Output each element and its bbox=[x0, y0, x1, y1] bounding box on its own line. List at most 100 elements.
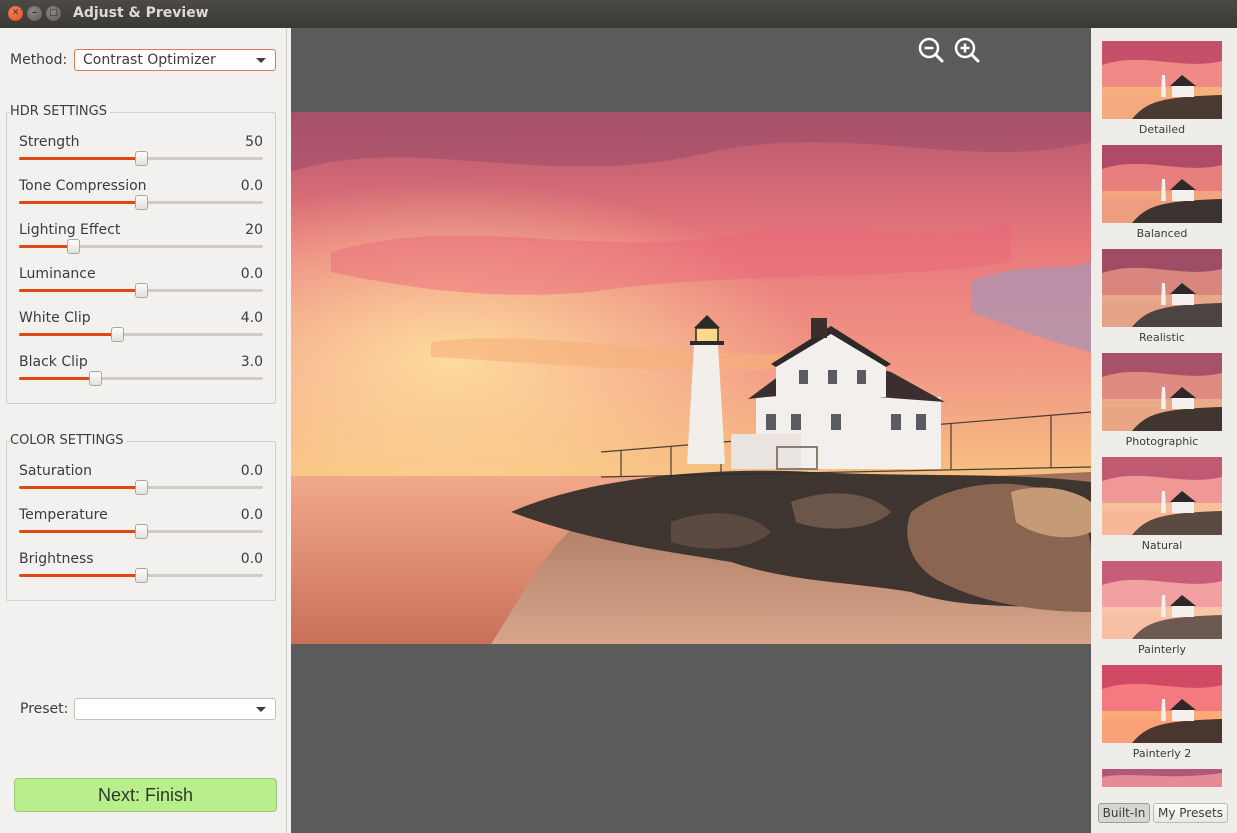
slider-black-clip[interactable]: Black Clip 3.0 bbox=[19, 354, 263, 398]
preset-thumbnail-image bbox=[1102, 457, 1222, 535]
title-bar: ✕ – □ Adjust & Preview bbox=[0, 0, 1237, 28]
preset-balanced[interactable]: Balanced bbox=[1102, 145, 1222, 249]
slider-label: Tone Compression bbox=[19, 178, 147, 194]
preset-thumbnail-image bbox=[1102, 41, 1222, 119]
slider-value: 0.0 bbox=[240, 507, 263, 523]
window-minimize-button[interactable]: – bbox=[27, 6, 42, 21]
slider-track[interactable] bbox=[19, 239, 263, 254]
slider-lighting-effect[interactable]: Lighting Effect 20 bbox=[19, 222, 263, 266]
dropdown-arrow-icon bbox=[256, 707, 266, 712]
preset-label: Natural bbox=[1141, 539, 1183, 552]
slider-track[interactable] bbox=[19, 371, 263, 386]
preset-label: Photographic bbox=[1125, 435, 1199, 448]
preset-thumbnail-image bbox=[1102, 145, 1222, 223]
window-close-button[interactable]: ✕ bbox=[8, 6, 23, 21]
slider-value: 4.0 bbox=[240, 310, 263, 326]
slider-knob[interactable] bbox=[135, 195, 148, 210]
preset-thumbnail-partial[interactable] bbox=[1102, 769, 1222, 787]
slider-luminance[interactable]: Luminance 0.0 bbox=[19, 266, 263, 310]
slider-fill bbox=[19, 157, 141, 160]
slider-label: Strength bbox=[19, 134, 80, 150]
preset-thumbnail-image bbox=[1102, 665, 1222, 743]
preview-area bbox=[291, 28, 1091, 833]
preset-label: Painterly bbox=[1137, 643, 1187, 656]
preset-thumbnail-image bbox=[1102, 353, 1222, 431]
zoom-in-button[interactable] bbox=[953, 36, 981, 64]
slider-value: 3.0 bbox=[240, 354, 263, 370]
preset-painterly-2[interactable]: Painterly 2 bbox=[1102, 665, 1222, 769]
color-settings-title: COLOR SETTINGS bbox=[10, 433, 127, 448]
slider-track[interactable] bbox=[19, 327, 263, 342]
preset-realistic[interactable]: Realistic bbox=[1102, 249, 1222, 353]
preset-label: Detailed bbox=[1138, 123, 1186, 136]
dropdown-arrow-icon bbox=[256, 58, 266, 63]
slider-knob[interactable] bbox=[135, 283, 148, 298]
minimize-icon: – bbox=[32, 8, 37, 18]
slider-value: 0.0 bbox=[240, 551, 263, 567]
slider-fill bbox=[19, 201, 141, 204]
tab-built-in[interactable]: Built-In bbox=[1098, 803, 1150, 823]
slider-tone-compression[interactable]: Tone Compression 0.0 bbox=[19, 178, 263, 222]
slider-knob[interactable] bbox=[110, 327, 124, 342]
slider-value: 20 bbox=[245, 222, 263, 238]
slider-white-clip[interactable]: White Clip 4.0 bbox=[19, 310, 263, 354]
slider-knob[interactable] bbox=[135, 568, 148, 583]
slider-knob[interactable] bbox=[88, 371, 102, 386]
zoom-out-icon bbox=[918, 37, 944, 63]
preset-dropdown[interactable] bbox=[74, 698, 276, 720]
next-finish-button[interactable]: Next: Finish bbox=[14, 778, 277, 812]
slider-label: Lighting Effect bbox=[19, 222, 121, 238]
window-title: Adjust & Preview bbox=[73, 5, 209, 21]
preset-label: Preset: bbox=[20, 701, 69, 717]
preset-label: Painterly 2 bbox=[1132, 747, 1192, 760]
slider-track[interactable] bbox=[19, 480, 263, 495]
preset-natural[interactable]: Natural bbox=[1102, 457, 1222, 561]
slider-knob[interactable] bbox=[135, 480, 148, 495]
slider-track[interactable] bbox=[19, 283, 263, 298]
preset-photographic[interactable]: Photographic bbox=[1102, 353, 1222, 457]
zoom-in-icon bbox=[954, 37, 980, 63]
slider-value: 0.0 bbox=[240, 463, 263, 479]
slider-track[interactable] bbox=[19, 195, 263, 210]
slider-saturation[interactable]: Saturation 0.0 bbox=[19, 463, 263, 507]
close-icon: ✕ bbox=[11, 8, 20, 18]
zoom-out-button[interactable] bbox=[917, 36, 945, 64]
maximize-icon: □ bbox=[49, 8, 58, 18]
slider-value: 50 bbox=[245, 134, 263, 150]
slider-label: Temperature bbox=[19, 507, 108, 523]
lighthouse-photo bbox=[291, 112, 1091, 644]
preset-detailed[interactable]: Detailed bbox=[1102, 41, 1222, 145]
slider-fill bbox=[19, 245, 73, 248]
method-dropdown[interactable]: Contrast Optimizer bbox=[74, 49, 276, 71]
preset-thumbnail-image bbox=[1102, 249, 1222, 327]
slider-track[interactable] bbox=[19, 568, 263, 583]
slider-value: 0.0 bbox=[240, 178, 263, 194]
slider-brightness[interactable]: Brightness 0.0 bbox=[19, 551, 263, 595]
slider-label: White Clip bbox=[19, 310, 91, 326]
window-maximize-button[interactable]: □ bbox=[46, 6, 61, 21]
slider-knob[interactable] bbox=[135, 524, 148, 539]
method-value: Contrast Optimizer bbox=[83, 52, 216, 68]
slider-fill bbox=[19, 333, 117, 336]
slider-label: Saturation bbox=[19, 463, 92, 479]
method-label: Method: bbox=[10, 52, 68, 68]
slider-fill bbox=[19, 377, 95, 380]
slider-temperature[interactable]: Temperature 0.0 bbox=[19, 507, 263, 551]
preset-label: Realistic bbox=[1139, 331, 1185, 344]
preset-thumbnail-strip: Detailed Balanced Realistic Photographic Nat… bbox=[1091, 28, 1237, 833]
preset-label: Balanced bbox=[1136, 227, 1188, 240]
slider-strength[interactable]: Strength 50 bbox=[19, 134, 263, 178]
tab-my-presets[interactable]: My Presets bbox=[1153, 803, 1228, 823]
slider-knob[interactable] bbox=[135, 151, 148, 166]
slider-track[interactable] bbox=[19, 151, 263, 166]
preset-painterly[interactable]: Painterly bbox=[1102, 561, 1222, 665]
preview-image[interactable] bbox=[291, 112, 1091, 644]
hdr-settings-title: HDR SETTINGS bbox=[10, 104, 110, 119]
slider-fill bbox=[19, 486, 141, 489]
slider-value: 0.0 bbox=[240, 266, 263, 282]
slider-fill bbox=[19, 289, 141, 292]
slider-knob[interactable] bbox=[66, 239, 80, 254]
slider-fill bbox=[19, 530, 141, 533]
slider-track[interactable] bbox=[19, 524, 263, 539]
slider-label: Luminance bbox=[19, 266, 96, 282]
